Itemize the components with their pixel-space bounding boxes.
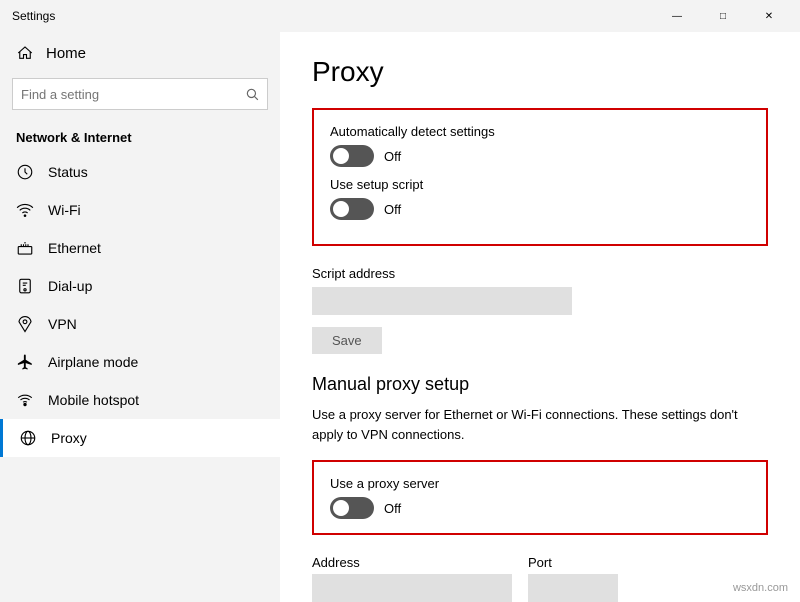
proxy-icon: [19, 429, 37, 447]
manual-proxy-description: Use a proxy server for Ethernet or Wi-Fi…: [312, 405, 752, 444]
home-icon: [16, 44, 34, 62]
auto-detect-toggle-row: Off: [330, 145, 750, 167]
wifi-icon: [16, 201, 34, 219]
manual-proxy-title: Manual proxy setup: [312, 374, 768, 395]
sidebar-item-ethernet-label: Ethernet: [48, 240, 101, 256]
port-group: Port: [528, 555, 618, 602]
watermark: wsxdn.com: [733, 582, 788, 594]
page-title: Proxy: [312, 56, 768, 88]
search-input[interactable]: [21, 87, 239, 102]
search-box[interactable]: [12, 78, 268, 110]
sidebar: Home Network & Internet Status Wi-Fi: [0, 32, 280, 602]
setup-script-toggle[interactable]: [330, 198, 374, 220]
minimize-button[interactable]: —: [654, 0, 700, 32]
script-address-section: Script address Save: [312, 266, 768, 354]
proxy-server-label: Use a proxy server: [330, 476, 750, 491]
setup-script-setting: Use setup script Off: [330, 177, 750, 220]
sidebar-item-proxy-label: Proxy: [51, 430, 87, 446]
sidebar-item-home[interactable]: Home: [0, 32, 280, 74]
dialup-icon: [16, 277, 34, 295]
use-proxy-section: Use a proxy server Off: [312, 460, 768, 535]
sidebar-item-vpn-label: VPN: [48, 316, 77, 332]
port-input[interactable]: [528, 574, 618, 602]
sidebar-item-proxy[interactable]: Proxy: [0, 419, 280, 457]
maximize-button[interactable]: □: [700, 0, 746, 32]
sidebar-category: Network & Internet: [0, 122, 280, 153]
sidebar-item-airplane-label: Airplane mode: [48, 354, 138, 370]
content-area: Proxy Automatically detect settings Off …: [280, 32, 800, 602]
address-input[interactable]: [312, 574, 512, 602]
proxy-server-toggle[interactable]: [330, 497, 374, 519]
sidebar-item-status-label: Status: [48, 164, 88, 180]
proxy-server-toggle-row: Off: [330, 497, 750, 519]
manual-proxy-section: Manual proxy setup Use a proxy server fo…: [312, 374, 768, 602]
address-group: Address: [312, 555, 512, 602]
auto-detect-status: Off: [384, 149, 401, 164]
auto-detect-toggle[interactable]: [330, 145, 374, 167]
search-icon: [245, 87, 259, 101]
script-address-label: Script address: [312, 266, 768, 281]
port-label: Port: [528, 555, 618, 570]
sidebar-item-airplane[interactable]: Airplane mode: [0, 343, 280, 381]
sidebar-item-dialup[interactable]: Dial-up: [0, 267, 280, 305]
status-icon: [16, 163, 34, 181]
sidebar-item-vpn[interactable]: VPN: [0, 305, 280, 343]
titlebar: Settings — □ ✕: [0, 0, 800, 32]
home-label: Home: [46, 45, 86, 62]
setup-script-toggle-row: Off: [330, 198, 750, 220]
titlebar-title: Settings: [8, 9, 55, 23]
address-label: Address: [312, 555, 512, 570]
hotspot-icon: [16, 391, 34, 409]
setup-script-label: Use setup script: [330, 177, 750, 192]
sidebar-item-ethernet[interactable]: Ethernet: [0, 229, 280, 267]
address-port-row: Address Port: [312, 555, 768, 602]
script-address-input[interactable]: [312, 287, 572, 315]
titlebar-controls: — □ ✕: [654, 0, 792, 32]
save-button[interactable]: Save: [312, 327, 382, 354]
close-button[interactable]: ✕: [746, 0, 792, 32]
vpn-icon: [16, 315, 34, 333]
airplane-icon: [16, 353, 34, 371]
sidebar-item-wifi[interactable]: Wi-Fi: [0, 191, 280, 229]
auto-detect-setting: Automatically detect settings Off: [330, 124, 750, 167]
sidebar-item-hotspot-label: Mobile hotspot: [48, 392, 139, 408]
sidebar-item-dialup-label: Dial-up: [48, 278, 92, 294]
ethernet-icon: [16, 239, 34, 257]
sidebar-item-hotspot[interactable]: Mobile hotspot: [0, 381, 280, 419]
auto-detect-label: Automatically detect settings: [330, 124, 750, 139]
sidebar-item-status[interactable]: Status: [0, 153, 280, 191]
proxy-server-status: Off: [384, 501, 401, 516]
sidebar-item-wifi-label: Wi-Fi: [48, 202, 81, 218]
auto-proxy-section: Automatically detect settings Off Use se…: [312, 108, 768, 246]
main-window: Home Network & Internet Status Wi-Fi: [0, 32, 800, 602]
setup-script-status: Off: [384, 202, 401, 217]
